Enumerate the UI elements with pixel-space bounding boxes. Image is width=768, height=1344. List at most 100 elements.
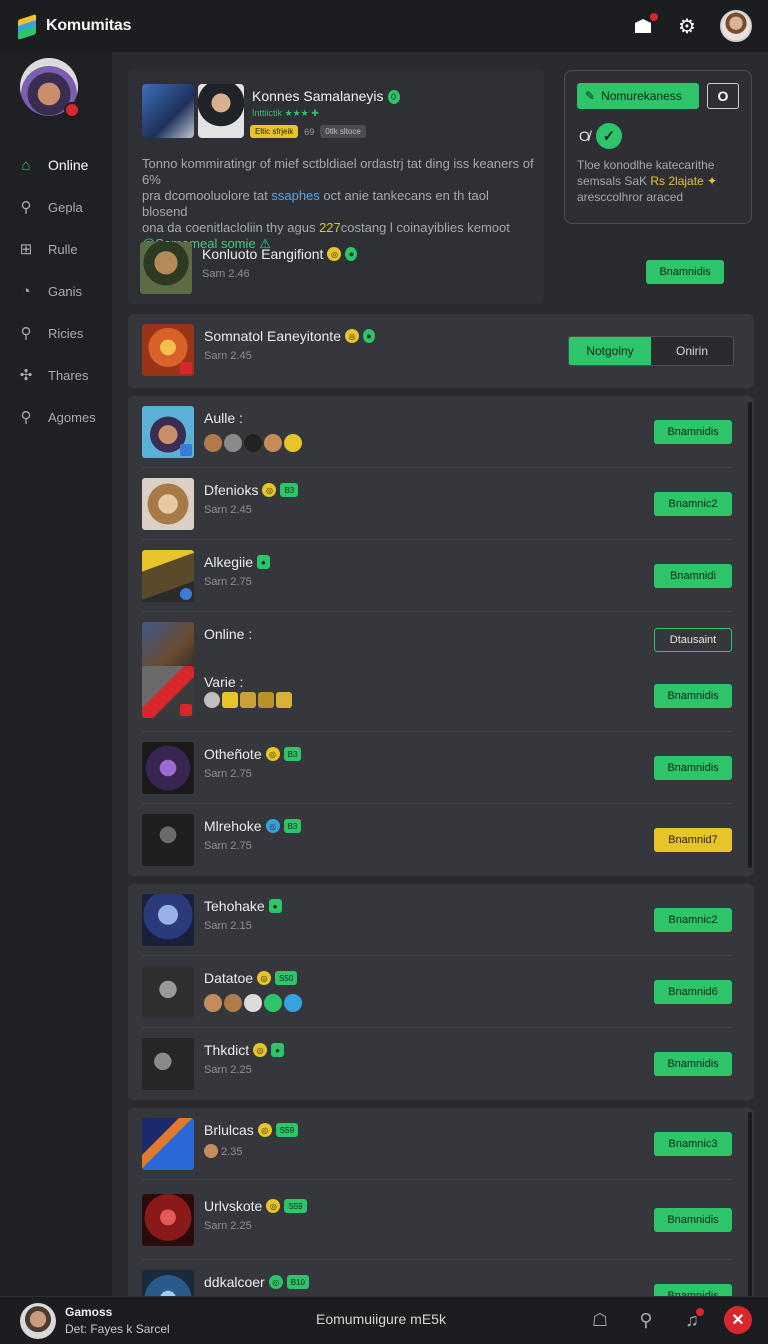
promo-highlight: Rs 2lajate ✦ [650, 174, 718, 188]
list-item[interactable]: Aulle : Bnamnidis [128, 396, 754, 468]
game-title-text: Mlrehoke [204, 818, 262, 834]
list-item[interactable]: Varie : Bnamnidis [128, 660, 754, 732]
game-action-button[interactable]: Bnamnidis [654, 1284, 732, 1296]
toggle-option-on[interactable]: Notgolny [569, 337, 651, 365]
sidebar-item-agomes[interactable]: ⚲ Agomes [0, 396, 112, 438]
sidebar-item-ricies[interactable]: ⚲ Ricies [0, 312, 112, 354]
featured-action-button[interactable]: Bnamnidis [646, 260, 724, 284]
game-action-button[interactable]: Bnamnidis [654, 420, 732, 444]
sidebar-item-label: Rulle [48, 241, 78, 257]
game-action-button[interactable]: Bnamnidis [654, 684, 732, 708]
list-item[interactable]: Mlrehoke ◎ B3 Sarn 2.75 Bnamnid7 [128, 804, 754, 876]
online-icon: ● [257, 555, 270, 569]
status-toggle[interactable]: Notgolny Onirin [568, 336, 734, 366]
game-action-button[interactable]: Bnamnid7 [654, 828, 732, 852]
game-badge-icon [180, 362, 192, 374]
wrench-icon: ⚲ [20, 325, 32, 342]
profile-game-thumbnail[interactable] [142, 84, 194, 138]
notifications-icon[interactable] [632, 11, 660, 37]
close-icon[interactable]: ✕ [724, 1306, 752, 1334]
profile-desc-line: Tonno kommiratingr of mief sctbldiael or… [142, 156, 534, 187]
game-action-button[interactable]: Bnamnic3 [654, 1132, 732, 1156]
level-badge: B3 [283, 747, 302, 761]
list-item[interactable]: Urlvskote ◎ S59 Sarn 2.25 Bnamnidis [128, 1184, 754, 1256]
wrench-icon[interactable]: ⚲ [632, 1306, 660, 1334]
promo-button-label: Nomurekaness [601, 89, 682, 103]
scrollbar[interactable] [748, 1112, 752, 1296]
app-logo[interactable]: Komumitas [16, 14, 132, 40]
sidebar-item-rulle[interactable]: ⊞ Rulle [0, 228, 112, 270]
promo-button[interactable]: ✎ Nomurekaness [577, 83, 699, 109]
game-action-button[interactable]: Bnamnic2 [654, 908, 732, 932]
list-item[interactable]: Dfenioks ◎ B3 Sarn 2.45 Bnamnic2 [128, 468, 754, 540]
headset-icon[interactable]: ♫ [678, 1306, 706, 1334]
sidebar-item-online[interactable]: ⌂ Online [0, 144, 112, 186]
coin-icon: ◎ [257, 1123, 272, 1137]
list-item[interactable]: Brlulcas ◎ S59 2.35 Bnamnic3 [128, 1108, 754, 1180]
game-action-button[interactable]: Bnamnidis [654, 756, 732, 780]
profile-tags: Eltic sfrjeik 69 0tlk sltoce [250, 125, 366, 138]
game-title: Thkdict ◎ ● [204, 1042, 284, 1058]
coin-icon: ◎ [257, 971, 272, 985]
game-title: Mlrehoke ◎ B3 [204, 818, 302, 834]
profile-avatar-photo[interactable] [198, 84, 244, 138]
list-item[interactable]: Otheñote ◎ B3 Sarn 2.75 Bnamnidis [128, 732, 754, 804]
game-title-text: Tehohake [204, 898, 265, 914]
game-title-text: Somnatol Eaneyitonte [204, 328, 341, 344]
game-title-text: Online : [204, 626, 253, 642]
promo-card: ✎ Nomurekaness O O̸ ✓ Tloe konodlhe kate… [564, 70, 752, 224]
list-item[interactable]: ddkalcoer ◎ B10 Bnamnidis [128, 1260, 754, 1296]
game-meta: Sarn 2.45 [204, 350, 252, 362]
bottom-center-label[interactable]: Eomumuiigure mE5k [316, 1311, 446, 1327]
game-meta: 2.35 [204, 1144, 242, 1158]
toggle-option-off[interactable]: Onirin [651, 337, 733, 365]
current-user-status: Det: Fayes k Sarcel [65, 1322, 170, 1336]
game-action-button[interactable]: Bnamnid6 [654, 980, 732, 1004]
profile-name-text: Konnes Samalaneyis [252, 88, 384, 104]
promo-toggle-button[interactable]: O [707, 83, 739, 109]
level-badge: S50 [275, 971, 298, 985]
sidebar-item-ganis[interactable]: ◔ Ganis [0, 270, 112, 312]
sidebar-item-gepla[interactable]: ⚲ Gepla [0, 186, 112, 228]
list-item[interactable]: Alkegiie ● Sarn 2.75 Bnamnidi [128, 540, 754, 612]
link-icon[interactable]: O̸ [579, 128, 590, 144]
achievement-icons [204, 434, 302, 452]
sidebar-profile-avatar[interactable] [20, 58, 80, 118]
game-thumbnail [142, 814, 194, 866]
game-title: Alkegiie ● [204, 554, 270, 570]
desc-text: pra dcomooluolore tat [142, 188, 272, 203]
current-user-avatar[interactable] [20, 1303, 56, 1339]
status-card: Somnatol Eaneyitonte ◎ ● Sarn 2.45 Notgo… [128, 314, 754, 388]
profile-desc-line: pra dcomooluolore tat ssaphes oct anie t… [142, 188, 536, 220]
online-icon: ● [345, 247, 358, 261]
share-icon: ✣ [19, 367, 33, 384]
game-action-button[interactable]: Bnamnidis [654, 1208, 732, 1232]
game-action-button[interactable]: Bnamnidis [654, 1052, 732, 1076]
sidebar-item-thares[interactable]: ✣ Thares [0, 354, 112, 396]
game-action-button[interactable]: Bnamnic2 [654, 492, 732, 516]
game-title-text: Urlvskote [204, 1198, 263, 1214]
game-meta: Sarn 2.75 [204, 840, 252, 852]
user-avatar[interactable] [720, 10, 752, 42]
game-meta: Sarn 2.45 [204, 504, 252, 516]
coin-icon: ◎ [262, 483, 277, 497]
featured-game-row[interactable]: Konluoto Eangifiont ◎ ● Sarn 2.46 [126, 232, 542, 304]
bottom-bar: Gamoss Det: Fayes k Sarcel Eomumuiigure … [0, 1296, 768, 1344]
achievement-icon [284, 434, 302, 452]
achievement-icon [222, 692, 238, 708]
list-item[interactable]: Datatoe ◎ S50 Bnamnid6 [128, 956, 754, 1028]
current-user-name: Gamoss [65, 1305, 113, 1319]
game-title: Aulle : [204, 410, 243, 426]
list-item[interactable]: Thkdict ◎ ● Sarn 2.25 Bnamnidis [128, 1028, 754, 1100]
game-title: Dfenioks ◎ B3 [204, 482, 299, 498]
game-action-button[interactable]: Bnamnidi [654, 564, 732, 588]
online-icon: ● [362, 329, 375, 343]
achievement-icon [264, 994, 282, 1012]
check-icon[interactable]: ✓ [595, 123, 622, 149]
game-action-button[interactable]: Dtausaint [654, 628, 732, 652]
settings-gear-icon[interactable]: ⚙ [676, 15, 698, 38]
scrollbar[interactable] [748, 402, 752, 868]
gamepad-icon[interactable]: ☖ [586, 1306, 614, 1334]
home-icon: ⌂ [21, 156, 31, 174]
list-item[interactable]: Tehohake ● Sarn 2.15 Bnamnic2 [128, 884, 754, 956]
